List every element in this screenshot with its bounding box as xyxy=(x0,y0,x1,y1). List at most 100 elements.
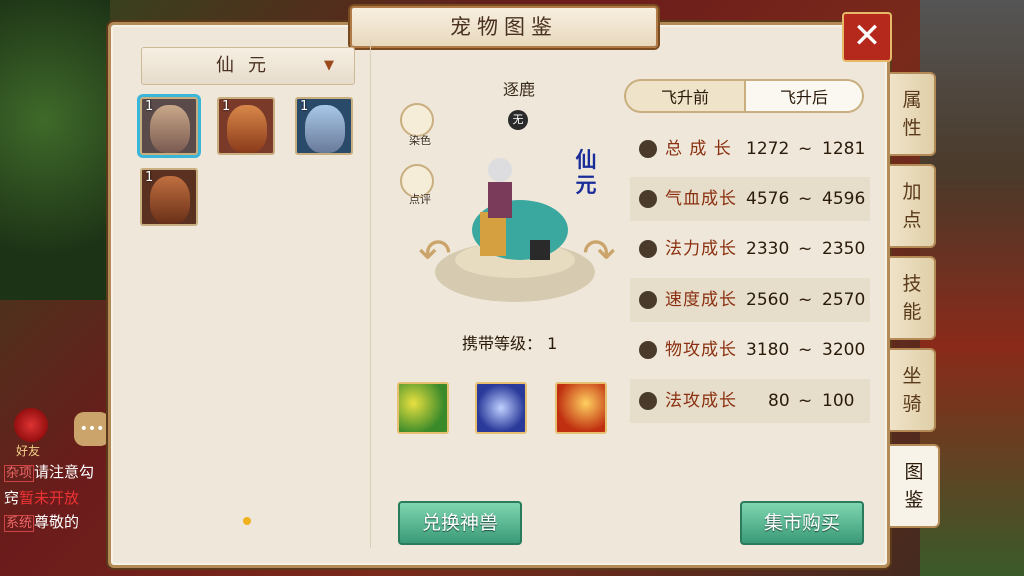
tab-char: 点 xyxy=(902,209,922,231)
stat-max: 1281 xyxy=(822,139,866,159)
stat-max: 100 xyxy=(822,391,855,411)
stat-min: 2560 xyxy=(746,290,790,310)
stat-min: 80 xyxy=(768,391,790,411)
tab-char: 性 xyxy=(902,117,922,139)
carry-level-label: 携带等级： xyxy=(462,334,543,353)
chat-bubble-icon[interactable]: ••• xyxy=(74,412,110,446)
category-dropdown[interactable]: 仙元 ▼ xyxy=(141,47,355,85)
heart-icon xyxy=(639,190,657,208)
chat-text: 请注意勾 xyxy=(34,463,95,481)
background-tree xyxy=(0,0,110,300)
tab-before-ascension[interactable]: 飞升前 xyxy=(624,79,746,113)
tab-char: 坐 xyxy=(902,365,922,387)
tab-codex[interactable]: 图 鉴 xyxy=(890,444,940,528)
chat-text: 窍 xyxy=(4,489,20,507)
stat-max: 2350 xyxy=(822,239,866,259)
page-indicator-dot xyxy=(243,517,251,525)
pet-thumb-2[interactable]: 1 xyxy=(217,97,275,155)
carry-level: 携带等级： 1 xyxy=(462,330,557,354)
skill-icon-2[interactable] xyxy=(475,382,527,434)
stat-tilde: ~ xyxy=(798,239,813,259)
market-buy-button[interactable]: 集市购买 xyxy=(740,501,864,545)
stat-tilde: ~ xyxy=(798,290,813,310)
stat-tilde: ~ xyxy=(798,139,813,159)
stat-label: 速度成长 xyxy=(665,290,737,310)
stat-tilde: ~ xyxy=(798,340,813,360)
chat-line-2: 窍暂未开放 xyxy=(4,486,110,510)
pet-level: 1 xyxy=(145,99,154,114)
pet-thumb-4[interactable]: 1 xyxy=(140,168,198,226)
tab-char: 骑 xyxy=(902,393,922,415)
pet-name: 逐鹿 xyxy=(502,80,535,99)
tab-char: 属 xyxy=(902,89,922,111)
stat-row-mp-growth: 法力成长 2330 ~ 2350 xyxy=(636,229,872,269)
pet-level: 1 xyxy=(300,99,309,114)
tab-char: 技 xyxy=(902,273,922,295)
tab-char: 加 xyxy=(902,181,922,203)
stat-tilde: ~ xyxy=(798,391,813,411)
chat-log[interactable]: 杂项 请注意勾 窍暂未开放 系统 尊敬的 xyxy=(4,460,110,536)
dye-label: 染色 xyxy=(409,134,431,147)
tab-mount[interactable]: 坐 骑 xyxy=(890,348,936,432)
pet-vertical-char: 仙 xyxy=(575,148,597,172)
pet-portrait xyxy=(150,105,190,153)
tab-skills[interactable]: 技 能 xyxy=(890,256,936,340)
stat-tilde: ~ xyxy=(798,189,813,209)
tab-attributes[interactable]: 属 性 xyxy=(890,72,936,156)
chat-line-1: 杂项 请注意勾 xyxy=(4,460,110,486)
friend-button[interactable] xyxy=(14,408,48,442)
tab-char: 图 xyxy=(904,461,924,483)
chat-tag-misc: 杂项 xyxy=(4,465,35,482)
pet-vertical-title: 仙 元 xyxy=(574,148,598,198)
pet-level: 1 xyxy=(222,99,231,114)
stat-min: 2330 xyxy=(746,239,790,259)
dropdown-selected: 仙元 xyxy=(216,55,280,76)
stat-row-magic-attack-growth: 法攻成长 80 ~ 100 xyxy=(636,381,872,421)
pet-vertical-char: 元 xyxy=(575,173,597,197)
stat-row-physical-attack-growth: 物攻成长 3180 ~ 3200 xyxy=(636,330,872,370)
stat-min: 4576 xyxy=(746,189,790,209)
rotate-right-icon[interactable]: ↷ xyxy=(582,232,616,276)
pet-thumb-1[interactable]: 1 xyxy=(140,97,198,155)
chat-line-3: 系统 尊敬的 xyxy=(4,510,110,536)
stat-label: 气血成长 xyxy=(665,189,737,209)
chat-text-red: 暂未开放 xyxy=(19,489,80,507)
close-button[interactable]: ✕ xyxy=(842,12,892,62)
carry-level-value: 1 xyxy=(547,334,558,353)
speed-icon xyxy=(639,291,657,309)
skill-icon-3[interactable] xyxy=(555,382,607,434)
stat-label: 法力成长 xyxy=(665,239,737,259)
stat-label: 总 成 长 xyxy=(665,139,732,159)
drop-icon xyxy=(639,240,657,258)
chat-controls: 好友 ••• xyxy=(8,408,112,458)
pet-thumb-3[interactable]: 1 xyxy=(295,97,353,155)
ascension-tabs: 飞升前 飞升后 xyxy=(624,79,864,113)
chevron-down-icon: ▼ xyxy=(324,58,334,73)
stat-label: 法攻成长 xyxy=(665,391,737,411)
skill-icon-1[interactable] xyxy=(397,382,449,434)
pet-portrait xyxy=(227,105,267,153)
tab-char: 能 xyxy=(902,301,922,323)
sword-icon xyxy=(639,341,657,359)
flame-icon xyxy=(639,392,657,410)
tab-char: 鉴 xyxy=(904,489,924,511)
exchange-divine-beast-button[interactable]: 兑换神兽 xyxy=(398,501,522,545)
pet-badge: 无 xyxy=(508,110,528,130)
stat-min: 1272 xyxy=(746,139,790,159)
pet-portrait xyxy=(305,105,345,153)
chat-tag-system: 系统 xyxy=(4,515,35,532)
stat-label: 物攻成长 xyxy=(665,340,737,360)
stat-row-hp-growth: 气血成长 4576 ~ 4596 xyxy=(636,179,872,219)
tab-after-ascension[interactable]: 飞升后 xyxy=(746,79,864,113)
growth-icon xyxy=(639,140,657,158)
stat-row-speed-growth: 速度成长 2560 ~ 2570 xyxy=(636,280,872,320)
chat-text: 尊敬的 xyxy=(34,513,80,531)
stat-max: 2570 xyxy=(822,290,866,310)
tab-add-points[interactable]: 加 点 xyxy=(890,164,936,248)
stat-max: 4596 xyxy=(822,189,866,209)
friend-label: 好友 xyxy=(16,444,41,458)
rotate-left-icon[interactable]: ↶ xyxy=(418,232,452,276)
stat-min: 3180 xyxy=(746,340,790,360)
window-title: 宠物图鉴 xyxy=(350,6,658,48)
stat-max: 3200 xyxy=(822,340,866,360)
